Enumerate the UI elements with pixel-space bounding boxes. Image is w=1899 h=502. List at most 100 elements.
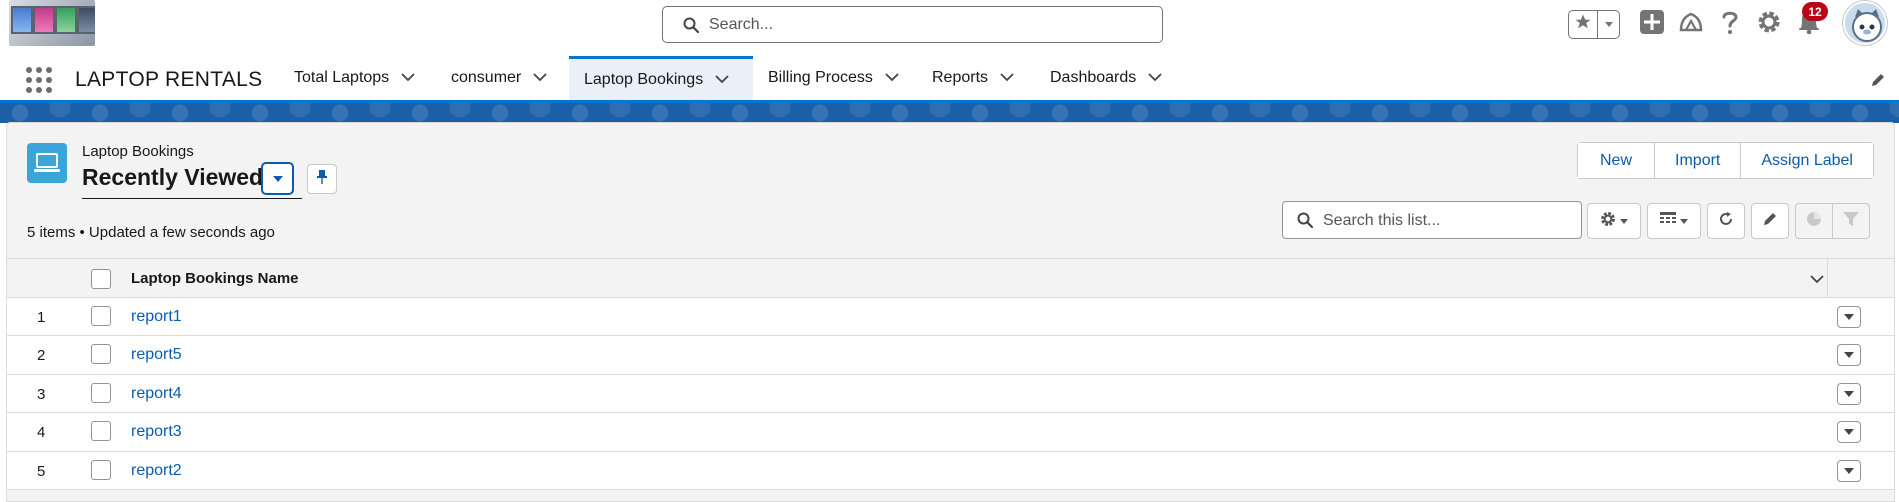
row-checkbox[interactable]: [91, 421, 111, 442]
pencil-icon[interactable]: [1870, 72, 1886, 93]
chevron-down-icon: [1844, 346, 1854, 364]
list-view-controls-button[interactable]: [1587, 203, 1641, 239]
chevron-down-icon[interactable]: [1148, 69, 1162, 87]
assign-label-button[interactable]: Assign Label: [1741, 143, 1873, 178]
record-link[interactable]: report3: [131, 423, 182, 441]
list-actions-group: New Import Assign Label: [1577, 142, 1874, 179]
row-number: 4: [37, 424, 46, 442]
trailhead-icon: [1678, 10, 1704, 39]
record-link[interactable]: report2: [131, 462, 182, 480]
star-icon: [1574, 13, 1592, 36]
row-actions-button[interactable]: [1837, 421, 1861, 444]
tab-dashboards[interactable]: Dashboards: [1050, 56, 1162, 100]
tab-total-laptops[interactable]: Total Laptops: [294, 56, 415, 100]
app-launcher-icon[interactable]: [25, 66, 53, 94]
row-checkbox[interactable]: [91, 459, 111, 480]
row-actions-button[interactable]: [1837, 382, 1861, 405]
row-number: 1: [37, 309, 46, 326]
column-divider: [1827, 259, 1828, 298]
list-view-card: Laptop Bookings Recently Viewed 5 items …: [6, 122, 1895, 502]
display-as-button[interactable]: [1647, 203, 1701, 239]
chevron-down-icon: [1620, 212, 1628, 230]
chevron-down-icon: [1604, 16, 1614, 34]
tab-label: Laptop Bookings: [584, 70, 704, 88]
tab-reports[interactable]: Reports: [932, 56, 1014, 100]
tab-label: Dashboards: [1050, 69, 1137, 86]
gear-icon: [1757, 10, 1781, 39]
column-header-name[interactable]: Laptop Bookings Name: [131, 270, 299, 287]
refresh-icon: [1718, 211, 1734, 232]
row-number: 5: [37, 462, 46, 480]
chevron-down-icon[interactable]: [1810, 271, 1824, 289]
user-avatar[interactable]: [1843, 1, 1887, 45]
branding-banner: [0, 103, 1899, 123]
tab-consumer[interactable]: consumer: [451, 56, 547, 100]
chevron-down-icon[interactable]: [1000, 69, 1014, 87]
inline-edit-button[interactable]: [1751, 203, 1789, 239]
list-search-box[interactable]: [1282, 201, 1582, 239]
record-link[interactable]: report1: [131, 308, 182, 326]
global-search-box[interactable]: [662, 6, 1163, 43]
table-row: 3 report4: [7, 374, 1894, 414]
tab-label: consumer: [451, 69, 522, 86]
chevron-down-icon: [1844, 385, 1854, 403]
favorites-list-button[interactable]: [1598, 11, 1619, 38]
global-actions-button[interactable]: [1638, 9, 1666, 38]
record-link[interactable]: report5: [131, 346, 182, 364]
chevron-down-icon[interactable]: [533, 69, 547, 87]
chevron-down-icon[interactable]: [885, 69, 899, 87]
setup-button[interactable]: [1755, 10, 1783, 38]
list-search-input[interactable]: [1323, 209, 1573, 233]
pin-list-view-button[interactable]: [307, 164, 337, 194]
table-row: 5 report2: [7, 451, 1894, 490]
pin-icon: [316, 169, 328, 190]
chevron-down-icon: [1680, 212, 1688, 230]
charts-button[interactable]: [1795, 203, 1833, 239]
row-actions-button[interactable]: [1837, 459, 1861, 482]
filter-icon: [1843, 211, 1859, 232]
table-row: 2 report5: [7, 336, 1894, 375]
table-row: 4 report3: [7, 413, 1894, 452]
search-icon: [1297, 212, 1314, 233]
row-checkbox[interactable]: [91, 382, 111, 403]
global-search-input[interactable]: [709, 13, 1139, 37]
global-header: 12: [0, 0, 1899, 56]
pencil-icon: [1762, 211, 1778, 232]
row-actions-button[interactable]: [1837, 344, 1861, 367]
chevron-down-icon: [1844, 308, 1854, 326]
gear-icon: [1600, 211, 1616, 232]
chart-icon: [1806, 211, 1822, 232]
tab-laptop-bookings[interactable]: Laptop Bookings: [569, 56, 753, 100]
chevron-down-icon[interactable]: [715, 71, 729, 89]
import-button[interactable]: Import: [1655, 143, 1742, 178]
row-number: 2: [37, 347, 46, 365]
tab-label: Reports: [932, 69, 989, 86]
trailhead-button[interactable]: [1677, 10, 1705, 38]
list-view-picker-button[interactable]: [261, 162, 294, 195]
tab-label: Total Laptops: [294, 69, 390, 86]
notification-badge: 12: [1802, 2, 1828, 21]
row-checkbox[interactable]: [91, 306, 111, 326]
favorites-group: [1568, 10, 1620, 39]
laptop-icon: [27, 143, 67, 183]
filters-button[interactable]: [1832, 203, 1870, 239]
app-name: LAPTOP RENTALS: [75, 68, 263, 91]
record-link[interactable]: report4: [131, 385, 182, 403]
chevron-down-icon: [1844, 462, 1854, 480]
help-button[interactable]: [1716, 10, 1744, 38]
favorites-button[interactable]: [1569, 11, 1599, 38]
list-view-title[interactable]: Recently Viewed: [82, 164, 263, 191]
new-button[interactable]: New: [1578, 143, 1656, 178]
app-navigation-bar: LAPTOP RENTALS Total Laptops consumer La…: [0, 56, 1899, 103]
list-table: Laptop Bookings Name 1 report1 2 report5…: [7, 258, 1894, 490]
chevron-down-icon: [272, 170, 284, 188]
select-all-checkbox[interactable]: [91, 269, 111, 289]
help-icon: [1720, 9, 1740, 40]
tab-label: Billing Process: [768, 69, 873, 86]
chevron-down-icon[interactable]: [401, 69, 415, 87]
tab-billing-process[interactable]: Billing Process: [768, 56, 899, 100]
company-logo[interactable]: [9, 0, 95, 46]
refresh-button[interactable]: [1707, 203, 1745, 239]
row-actions-button[interactable]: [1837, 306, 1861, 328]
row-checkbox[interactable]: [91, 344, 111, 365]
